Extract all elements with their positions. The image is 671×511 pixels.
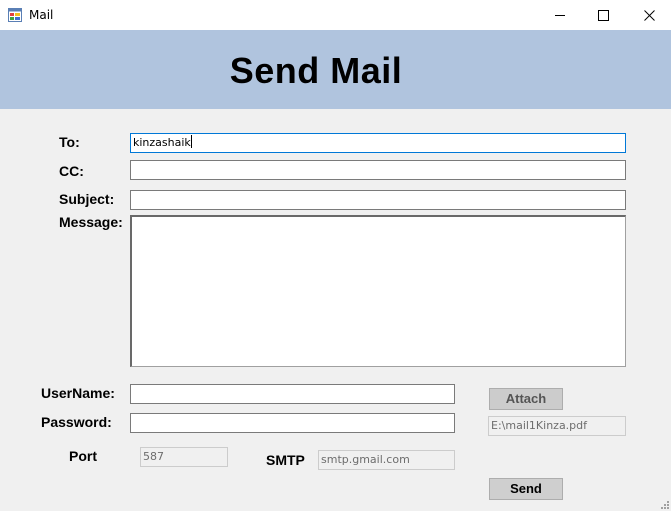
password-label: Password: xyxy=(41,414,112,430)
username-label: UserName: xyxy=(41,385,115,401)
smtp-label: SMTP xyxy=(266,452,305,468)
maximize-icon xyxy=(597,9,609,21)
close-button[interactable] xyxy=(626,0,671,30)
port-label: Port xyxy=(69,448,97,464)
minimize-icon xyxy=(555,15,565,16)
maximize-button[interactable] xyxy=(580,0,626,30)
to-field-value: kinzashaik xyxy=(133,136,191,149)
send-button[interactable]: Send xyxy=(489,478,563,500)
cc-label: CC: xyxy=(59,163,84,179)
to-label: To: xyxy=(59,134,80,150)
smtp-field[interactable]: smtp.gmail.com xyxy=(318,450,455,470)
attach-button[interactable]: Attach xyxy=(489,388,563,410)
form-app-icon xyxy=(8,8,22,22)
mail-window: Mail Send Mail To: kinzashaik CC: Subjec… xyxy=(0,0,671,511)
attachment-path-field[interactable]: E:\mail1Kinza.pdf xyxy=(488,416,626,436)
close-icon xyxy=(643,9,655,21)
text-caret xyxy=(190,135,192,148)
resize-grip-icon[interactable] xyxy=(659,499,669,509)
page-title: Send Mail xyxy=(229,50,403,91)
title-bar: Mail xyxy=(0,0,671,30)
username-field[interactable] xyxy=(130,384,455,404)
cc-field[interactable] xyxy=(130,160,626,180)
subject-field[interactable] xyxy=(130,190,626,210)
to-field[interactable]: kinzashaik xyxy=(130,133,626,153)
message-label: Message: xyxy=(59,214,123,230)
message-textarea[interactable] xyxy=(130,215,626,367)
minimize-button[interactable] xyxy=(537,0,583,30)
password-field[interactable] xyxy=(130,413,455,433)
port-field[interactable]: 587 xyxy=(140,447,228,467)
window-title: Mail xyxy=(29,8,54,22)
subject-label: Subject: xyxy=(59,191,115,207)
